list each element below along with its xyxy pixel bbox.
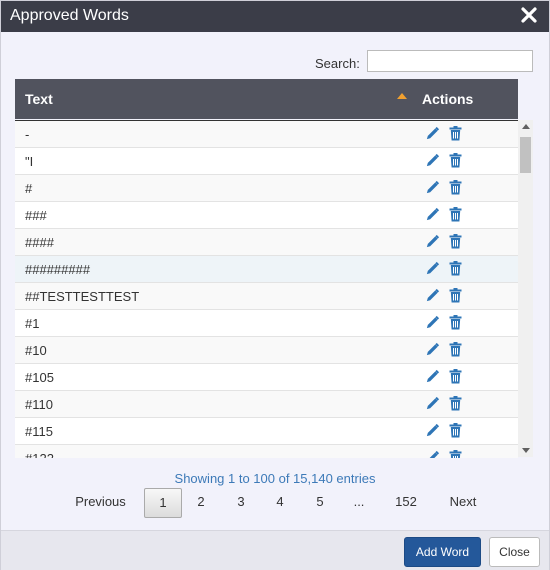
column-header-text[interactable]: Text [25, 91, 53, 107]
table-row: #10 [15, 337, 518, 364]
word-text-cell: #105 [25, 370, 54, 385]
table-row: ##TESTTESTTEST [15, 283, 518, 310]
delete-trash-icon[interactable] [449, 342, 462, 357]
word-text-cell: - [25, 127, 30, 142]
table-row: "I [15, 148, 518, 175]
page-ellipsis: ... [353, 494, 365, 509]
word-text-cell: ######### [25, 262, 91, 277]
delete-trash-icon[interactable] [449, 180, 462, 195]
edit-pencil-icon[interactable] [425, 234, 440, 249]
word-text-cell: #10 [25, 343, 47, 358]
delete-trash-icon[interactable] [449, 423, 462, 438]
search-label: Search: [315, 56, 360, 71]
table-header: Text Actions [15, 79, 518, 119]
page-button-152[interactable]: 152 [388, 488, 424, 516]
entries-info: Showing 1 to 100 of 15,140 entries [174, 471, 376, 486]
table-row: #122 [15, 445, 518, 458]
delete-trash-icon[interactable] [449, 396, 462, 411]
word-text-cell: #122 [25, 451, 54, 458]
delete-trash-icon[interactable] [449, 153, 462, 168]
edit-pencil-icon[interactable] [425, 180, 440, 195]
table-row: #115 [15, 418, 518, 445]
edit-pencil-icon[interactable] [425, 342, 440, 357]
word-text-cell: # [25, 181, 33, 196]
table-row: #105 [15, 364, 518, 391]
edit-pencil-icon[interactable] [425, 369, 440, 384]
dialog-footer: Add Word Close [1, 530, 549, 570]
dialog-title: Approved Words [10, 7, 129, 24]
delete-trash-icon[interactable] [449, 126, 462, 141]
table-row: - [15, 121, 518, 148]
edit-pencil-icon[interactable] [425, 207, 440, 222]
word-text-cell: #### [25, 235, 54, 250]
table-body: - "I # ### #### ######### ##TESTTESTTEST #1 #10 #… [15, 120, 518, 458]
word-text-cell: "I [25, 154, 34, 169]
word-text-cell: #115 [25, 424, 53, 439]
next-page-button[interactable]: Next [443, 488, 483, 516]
edit-pencil-icon[interactable] [425, 288, 440, 303]
dialog-title-bar: Approved Words [1, 1, 549, 32]
delete-trash-icon[interactable] [449, 288, 462, 303]
table-row: ### [15, 202, 518, 229]
edit-pencil-icon[interactable] [425, 396, 440, 411]
delete-trash-icon[interactable] [449, 369, 462, 384]
delete-trash-icon[interactable] [449, 315, 462, 330]
close-icon[interactable] [519, 4, 539, 26]
previous-page-button[interactable]: Previous [63, 488, 138, 516]
word-text-cell: ##TESTTESTTEST [25, 289, 140, 304]
delete-trash-icon[interactable] [449, 450, 462, 458]
delete-trash-icon[interactable] [449, 261, 462, 276]
edit-pencil-icon[interactable] [425, 261, 440, 276]
table-row: #110 [15, 391, 518, 418]
column-header-actions: Actions [422, 91, 474, 107]
table-row: #### [15, 229, 518, 256]
table-scrollbar[interactable] [518, 120, 533, 457]
table-row: #1 [15, 310, 518, 337]
word-text-cell: #110 [25, 397, 53, 412]
edit-pencil-icon[interactable] [425, 450, 440, 458]
page-button-4[interactable]: 4 [268, 488, 292, 516]
scroll-up-arrow-icon[interactable] [522, 124, 530, 129]
page-button-5[interactable]: 5 [308, 488, 332, 516]
scrollbar-thumb[interactable] [520, 137, 531, 173]
close-button[interactable]: Close [489, 537, 540, 567]
word-text-cell: ### [25, 208, 47, 223]
edit-pencil-icon[interactable] [425, 315, 440, 330]
scroll-down-arrow-icon[interactable] [522, 448, 530, 453]
page-button-2[interactable]: 2 [189, 488, 213, 516]
edit-pencil-icon[interactable] [425, 423, 440, 438]
page-button-1[interactable]: 1 [144, 488, 182, 518]
approved-words-dialog: Approved Words Search: Text Actions - "I #… [0, 0, 550, 570]
table-row: # [15, 175, 518, 202]
search-input[interactable] [367, 50, 533, 72]
sort-ascending-icon[interactable] [397, 93, 407, 99]
edit-pencil-icon[interactable] [425, 153, 440, 168]
add-word-button[interactable]: Add Word [404, 537, 481, 567]
page-button-3[interactable]: 3 [229, 488, 253, 516]
word-text-cell: #1 [25, 316, 40, 331]
delete-trash-icon[interactable] [449, 207, 462, 222]
delete-trash-icon[interactable] [449, 234, 462, 249]
edit-pencil-icon[interactable] [425, 126, 440, 141]
table-row: ######### [15, 256, 518, 283]
